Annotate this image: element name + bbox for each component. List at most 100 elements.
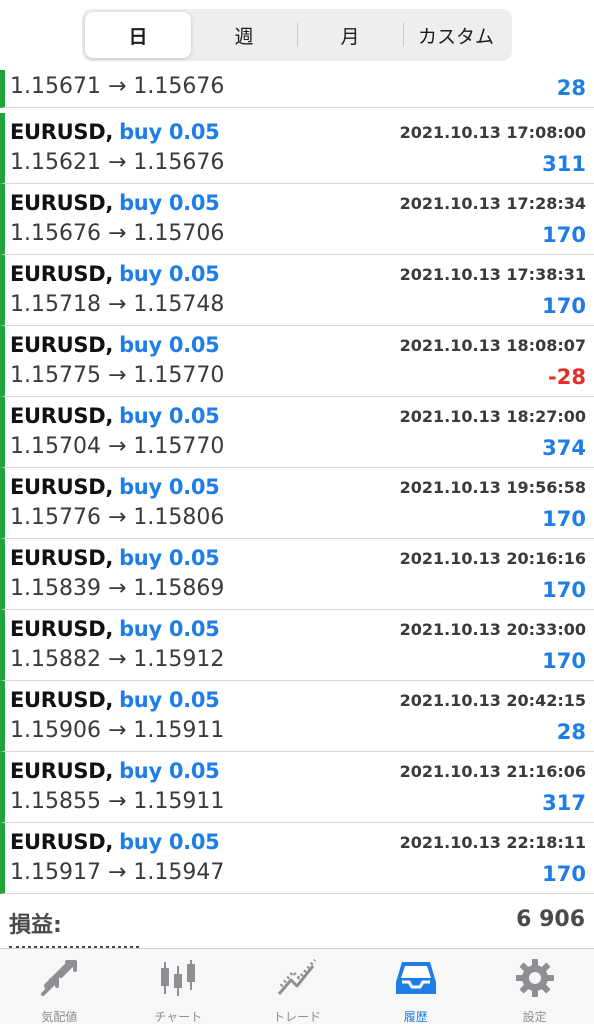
deal-profit: 374 — [542, 436, 586, 460]
deal-row[interactable]: EURUSD, buy 0.05 2021.10.13 17:38:31 1.1571… — [0, 255, 594, 326]
profit-summary: 損益: 6 906 — [0, 898, 594, 950]
deal-profit: 170 — [542, 507, 586, 531]
tab-history[interactable]: 履歴 — [356, 949, 475, 1024]
segment-week[interactable]: 週 — [191, 12, 297, 58]
deal-time: 2021.10.13 17:38:31 — [399, 265, 586, 284]
deal-time: 2021.10.13 17:28:34 — [399, 194, 586, 213]
deal-time: 2021.10.13 18:08:07 — [399, 336, 586, 355]
tab-label: チャート — [154, 1010, 203, 1024]
deal-symbol: EURUSD — [10, 546, 106, 570]
deal-time: 2021.10.13 17:08:00 — [399, 123, 586, 142]
deal-profit: 170 — [542, 649, 586, 673]
trade-line-icon — [275, 956, 319, 1000]
deal-row[interactable]: EURUSD, buy 0.05 2021.10.13 18:27:00 1.1570… — [0, 397, 594, 468]
quotes-icon — [37, 956, 81, 1000]
deal-symbol-line: EURUSD, buy 0.05 — [10, 759, 220, 783]
deal-time: 2021.10.13 20:16:16 — [399, 549, 586, 568]
deal-row[interactable]: EURUSD, buy 0.05 2021.10.13 20:33:00 1.1588… — [0, 610, 594, 681]
deal-side: buy 0.05 — [119, 475, 220, 499]
deal-row[interactable]: EURUSD, buy 0.05 2021.10.13 20:42:15 1.1590… — [0, 681, 594, 752]
deal-side: buy 0.05 — [119, 262, 220, 286]
tab-label: 設定 — [522, 1010, 547, 1024]
deal-side: buy 0.05 — [119, 617, 220, 641]
deal-symbol-line: EURUSD, buy 0.05 — [10, 617, 220, 641]
deal-symbol: EURUSD — [10, 617, 106, 641]
tab-settings[interactable]: 設定 — [475, 949, 594, 1024]
deal-prices: 1.15855 → 1.15911 — [10, 789, 225, 814]
period-header: 日 週 月 カスタム — [0, 0, 594, 70]
deal-history-list: 1.15671 → 1.15676 28 EURUSD, buy 0.05 2021… — [0, 70, 594, 950]
bottom-tab-bar: 気配値 チャート トレード 履歴 設定 — [0, 948, 594, 1024]
history-tray-icon — [394, 956, 438, 1000]
deal-symbol-line: EURUSD, buy 0.05 — [10, 475, 220, 499]
deal-profit: 317 — [542, 791, 586, 815]
deal-symbol: EURUSD — [10, 262, 106, 286]
deal-row[interactable]: EURUSD, buy 0.05 2021.10.13 21:16:06 1.1585… — [0, 752, 594, 823]
deal-time: 2021.10.13 22:18:11 — [399, 833, 586, 852]
deal-profit: 170 — [542, 223, 586, 247]
deal-side: buy 0.05 — [119, 120, 220, 144]
period-segmented-control: 日 週 月 カスタム — [82, 9, 512, 61]
deal-row[interactable]: EURUSD, buy 0.05 2021.10.13 17:08:00 1.1562… — [0, 113, 594, 184]
deal-side: buy 0.05 — [119, 191, 220, 215]
deal-time: 2021.10.13 19:56:58 — [399, 478, 586, 497]
deal-row[interactable]: EURUSD, buy 0.05 2021.10.13 19:56:58 1.1577… — [0, 468, 594, 539]
deal-profit: 170 — [542, 578, 586, 602]
deal-row[interactable]: EURUSD, buy 0.05 2021.10.13 17:28:34 1.1567… — [0, 184, 594, 255]
deal-symbol: EURUSD — [10, 759, 106, 783]
deal-symbol: EURUSD — [10, 688, 106, 712]
deal-time: 2021.10.13 21:16:06 — [399, 762, 586, 781]
deal-row[interactable]: EURUSD, buy 0.05 2021.10.13 18:08:07 1.1577… — [0, 326, 594, 397]
deal-prices: 1.15718 → 1.15748 — [10, 292, 225, 317]
deal-time: 2021.10.13 20:42:15 — [399, 691, 586, 710]
segment-custom[interactable]: カスタム — [403, 12, 509, 58]
deal-prices: 1.15671 → 1.15676 — [10, 74, 225, 99]
deal-symbol-line: EURUSD, buy 0.05 — [10, 191, 220, 215]
deal-profit: 28 — [556, 76, 586, 100]
deal-symbol-line: EURUSD, buy 0.05 — [10, 830, 220, 854]
gear-icon — [513, 956, 557, 1000]
deal-row[interactable]: EURUSD, buy 0.05 2021.10.13 20:16:16 1.1583… — [0, 539, 594, 610]
app-root: 日 週 月 カスタム 1.15671 → 1.15676 28 EURUSD, b… — [0, 0, 594, 1024]
deal-rows: EURUSD, buy 0.05 2021.10.13 17:08:00 1.1562… — [0, 113, 594, 894]
summary-label: 損益: — [9, 913, 62, 938]
tab-quotes[interactable]: 気配値 — [0, 949, 119, 1024]
deal-symbol-line: EURUSD, buy 0.05 — [10, 404, 220, 428]
deal-symbol-line: EURUSD, buy 0.05 — [10, 333, 220, 357]
candlestick-chart-icon — [156, 956, 200, 1000]
tab-label: 履歴 — [403, 1010, 428, 1024]
deal-prices: 1.15906 → 1.15911 — [10, 718, 225, 743]
deal-time: 2021.10.13 20:33:00 — [399, 620, 586, 639]
deal-side: buy 0.05 — [119, 688, 220, 712]
deal-prices: 1.15839 → 1.15869 — [10, 576, 225, 601]
deal-symbol: EURUSD — [10, 191, 106, 215]
segment-month[interactable]: 月 — [297, 12, 403, 58]
deal-symbol: EURUSD — [10, 404, 106, 428]
deal-side: buy 0.05 — [119, 546, 220, 570]
deal-prices: 1.15704 → 1.15770 — [10, 434, 225, 459]
tab-chart[interactable]: チャート — [119, 949, 238, 1024]
deal-prices: 1.15882 → 1.15912 — [10, 647, 225, 672]
deal-prices: 1.15676 → 1.15706 — [10, 221, 225, 246]
segment-day[interactable]: 日 — [85, 12, 191, 58]
deal-symbol-line: EURUSD, buy 0.05 — [10, 262, 220, 286]
deal-symbol-line: EURUSD, buy 0.05 — [10, 120, 220, 144]
deal-symbol-line: EURUSD, buy 0.05 — [10, 688, 220, 712]
deal-row-partial[interactable]: 1.15671 → 1.15676 28 — [0, 70, 594, 108]
deal-row[interactable]: EURUSD, buy 0.05 2021.10.13 22:18:11 1.1591… — [0, 823, 594, 894]
summary-value: 6 906 — [516, 907, 585, 932]
deal-side: buy 0.05 — [119, 404, 220, 428]
tab-trade[interactable]: トレード — [238, 949, 357, 1024]
deal-symbol: EURUSD — [10, 333, 106, 357]
deal-symbol-line: EURUSD, buy 0.05 — [10, 546, 220, 570]
deal-profit: -28 — [548, 365, 586, 389]
deal-side: buy 0.05 — [119, 830, 220, 854]
deal-prices: 1.15917 → 1.15947 — [10, 860, 225, 885]
deal-profit: 311 — [542, 152, 586, 176]
deal-profit: 170 — [542, 862, 586, 886]
deal-profit: 28 — [556, 720, 586, 744]
deal-symbol: EURUSD — [10, 120, 106, 144]
deal-prices: 1.15621 → 1.15676 — [10, 150, 225, 175]
deal-prices: 1.15775 → 1.15770 — [10, 363, 225, 388]
deal-symbol: EURUSD — [10, 830, 106, 854]
